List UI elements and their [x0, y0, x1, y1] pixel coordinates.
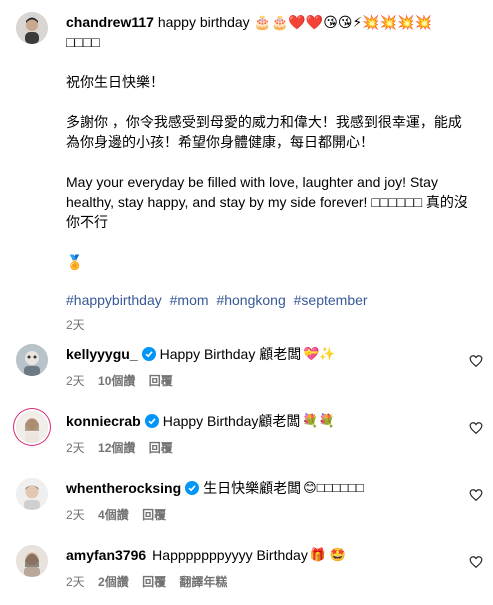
comment-text: 生日快樂顧老闆	[203, 480, 302, 496]
caption-intro: happy birthday	[157, 14, 250, 30]
reply-button[interactable]: 回覆	[149, 374, 173, 388]
reply-button[interactable]: 回覆	[142, 508, 166, 522]
comment-avatar[interactable]	[16, 478, 48, 510]
comment-avatar[interactable]	[16, 545, 48, 577]
hashtag-mom[interactable]: #mom	[170, 292, 209, 308]
caption-chinese-2a: 多謝你 ，你令我感受到母愛的威力和偉大！我感到很幸運，能成	[66, 114, 462, 130]
comment-likes[interactable]: 10個讚	[98, 374, 135, 388]
comment-emoji: 😊□□□□□□	[303, 480, 364, 495]
hashtag-september[interactable]: #september	[294, 292, 368, 308]
caption-chinese-2b: 為你身邊的小孩！希望你身體健康，每日都開心！	[66, 134, 374, 150]
caption-first-line: chandrew117 happy birthday 🎂🎂❤️❤️😘😘⚡💥💥💥💥	[66, 12, 476, 32]
comment-emoji: 🎁 🤩	[309, 547, 346, 562]
comment-username[interactable]: kellyyygu_	[66, 344, 138, 364]
comment-item: konniecrab Happy Birthday顧老闆 💐💐 2天 12個讚 …	[0, 411, 493, 471]
post-avatar[interactable]	[16, 12, 48, 44]
comment-item: amyfan3796 Happpppppyyyy Birthday 🎁 🤩 2天…	[0, 545, 493, 605]
translate-button[interactable]: 翻譯年糕	[179, 575, 227, 589]
comment-time[interactable]: 2天	[66, 441, 85, 455]
comment-text: Happy Birthday顧老闆	[162, 413, 301, 429]
comment-time[interactable]: 2天	[66, 575, 85, 589]
post-time[interactable]: 2天	[66, 318, 85, 332]
verified-badge-icon	[185, 481, 200, 495]
heart-icon[interactable]	[469, 354, 483, 368]
comment-time[interactable]: 2天	[66, 508, 85, 522]
comment-username[interactable]: konniecrab	[66, 411, 141, 431]
post-username[interactable]: chandrew117	[66, 14, 154, 30]
post-meta: 2天	[66, 316, 476, 333]
comment-likes[interactable]: 2個讚	[98, 575, 129, 589]
comment-text: Happy Birthday 顧老闆	[159, 346, 302, 362]
hashtag-happybirthday[interactable]: #happybirthday	[66, 292, 162, 308]
caption-english-3: 你不行	[66, 214, 108, 230]
caption-boxes: □□□□	[66, 34, 100, 50]
hashtag-hongkong[interactable]: #hongkong	[216, 292, 285, 308]
reply-button[interactable]: 回覆	[149, 441, 173, 455]
comment-time[interactable]: 2天	[66, 374, 85, 388]
comment-emoji: 💐💐	[302, 413, 335, 428]
hashtags: #happybirthday #mom #hongkong #september	[66, 292, 476, 308]
comment-avatar[interactable]	[16, 411, 48, 443]
comment-emoji: 💝✨	[303, 346, 336, 361]
comment-item: kellyyygu_ Happy Birthday 顧老闆 💝✨ 2天 10個讚…	[0, 344, 493, 404]
comment-likes[interactable]: 4個讚	[98, 508, 129, 522]
reply-button[interactable]: 回覆	[142, 575, 166, 589]
caption-chinese-1: 祝你生日快樂！	[66, 74, 164, 90]
caption-emojis: 🎂🎂❤️❤️😘😘⚡💥💥💥💥	[253, 14, 433, 30]
caption-english-2: healthy, stay happy, and stay by my side…	[66, 194, 468, 210]
heart-icon[interactable]	[469, 555, 483, 569]
comment-username[interactable]: whentherocksing	[66, 478, 181, 498]
heart-icon[interactable]	[469, 488, 483, 502]
comment-likes[interactable]: 12個讚	[98, 441, 135, 455]
comment-item: whentherocksing 生日快樂顧老闆 😊□□□□□□ 2天 4個讚 回…	[0, 478, 493, 538]
comment-avatar[interactable]	[16, 344, 48, 376]
medal-emoji: 🏅	[66, 254, 84, 270]
verified-badge-icon	[144, 414, 159, 428]
comment-username[interactable]: amyfan3796	[66, 545, 146, 565]
post-caption: chandrew117 happy birthday 🎂🎂❤️❤️😘😘⚡💥💥💥💥…	[66, 12, 476, 333]
verified-badge-icon	[141, 347, 156, 361]
heart-icon[interactable]	[469, 421, 483, 435]
caption-english-1: May your everyday be filled with love, l…	[66, 174, 438, 190]
comment-text: Happpppppyyyy Birthday	[152, 547, 308, 563]
